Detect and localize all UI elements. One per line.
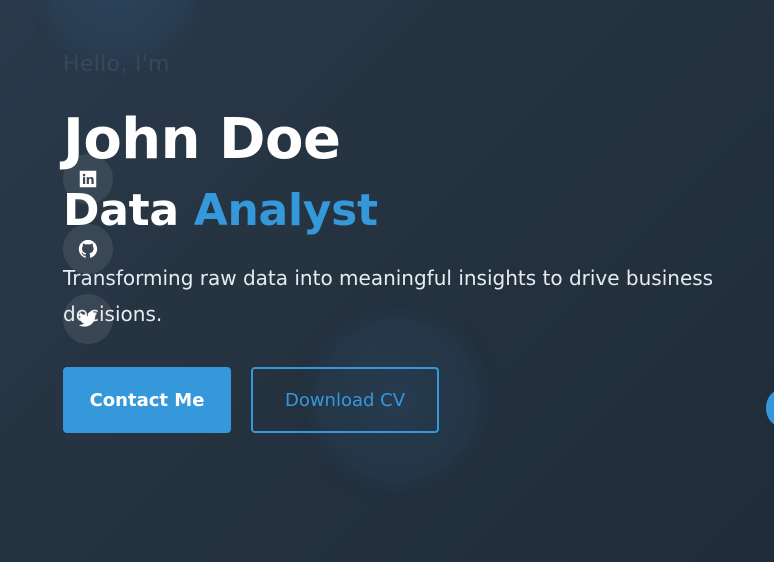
github-icon bbox=[78, 239, 98, 258]
decorative-circle-top bbox=[55, 0, 185, 52]
linkedin-link[interactable] bbox=[63, 154, 113, 204]
scroll-indicator-dot[interactable] bbox=[766, 390, 774, 426]
contact-me-button[interactable]: Contact Me bbox=[63, 367, 231, 433]
hero-tagline: Transforming raw data into meaningful in… bbox=[63, 266, 714, 326]
hero-role: Data Analyst bbox=[63, 185, 378, 236]
download-cv-button[interactable]: Download CV bbox=[251, 367, 439, 433]
twitter-link[interactable] bbox=[63, 294, 113, 344]
role-accent: Analyst bbox=[193, 185, 378, 236]
twitter-icon bbox=[78, 311, 98, 327]
hero-greeting: Hello, I'm bbox=[63, 52, 170, 77]
github-link[interactable] bbox=[63, 224, 113, 274]
linkedin-icon bbox=[79, 170, 97, 188]
